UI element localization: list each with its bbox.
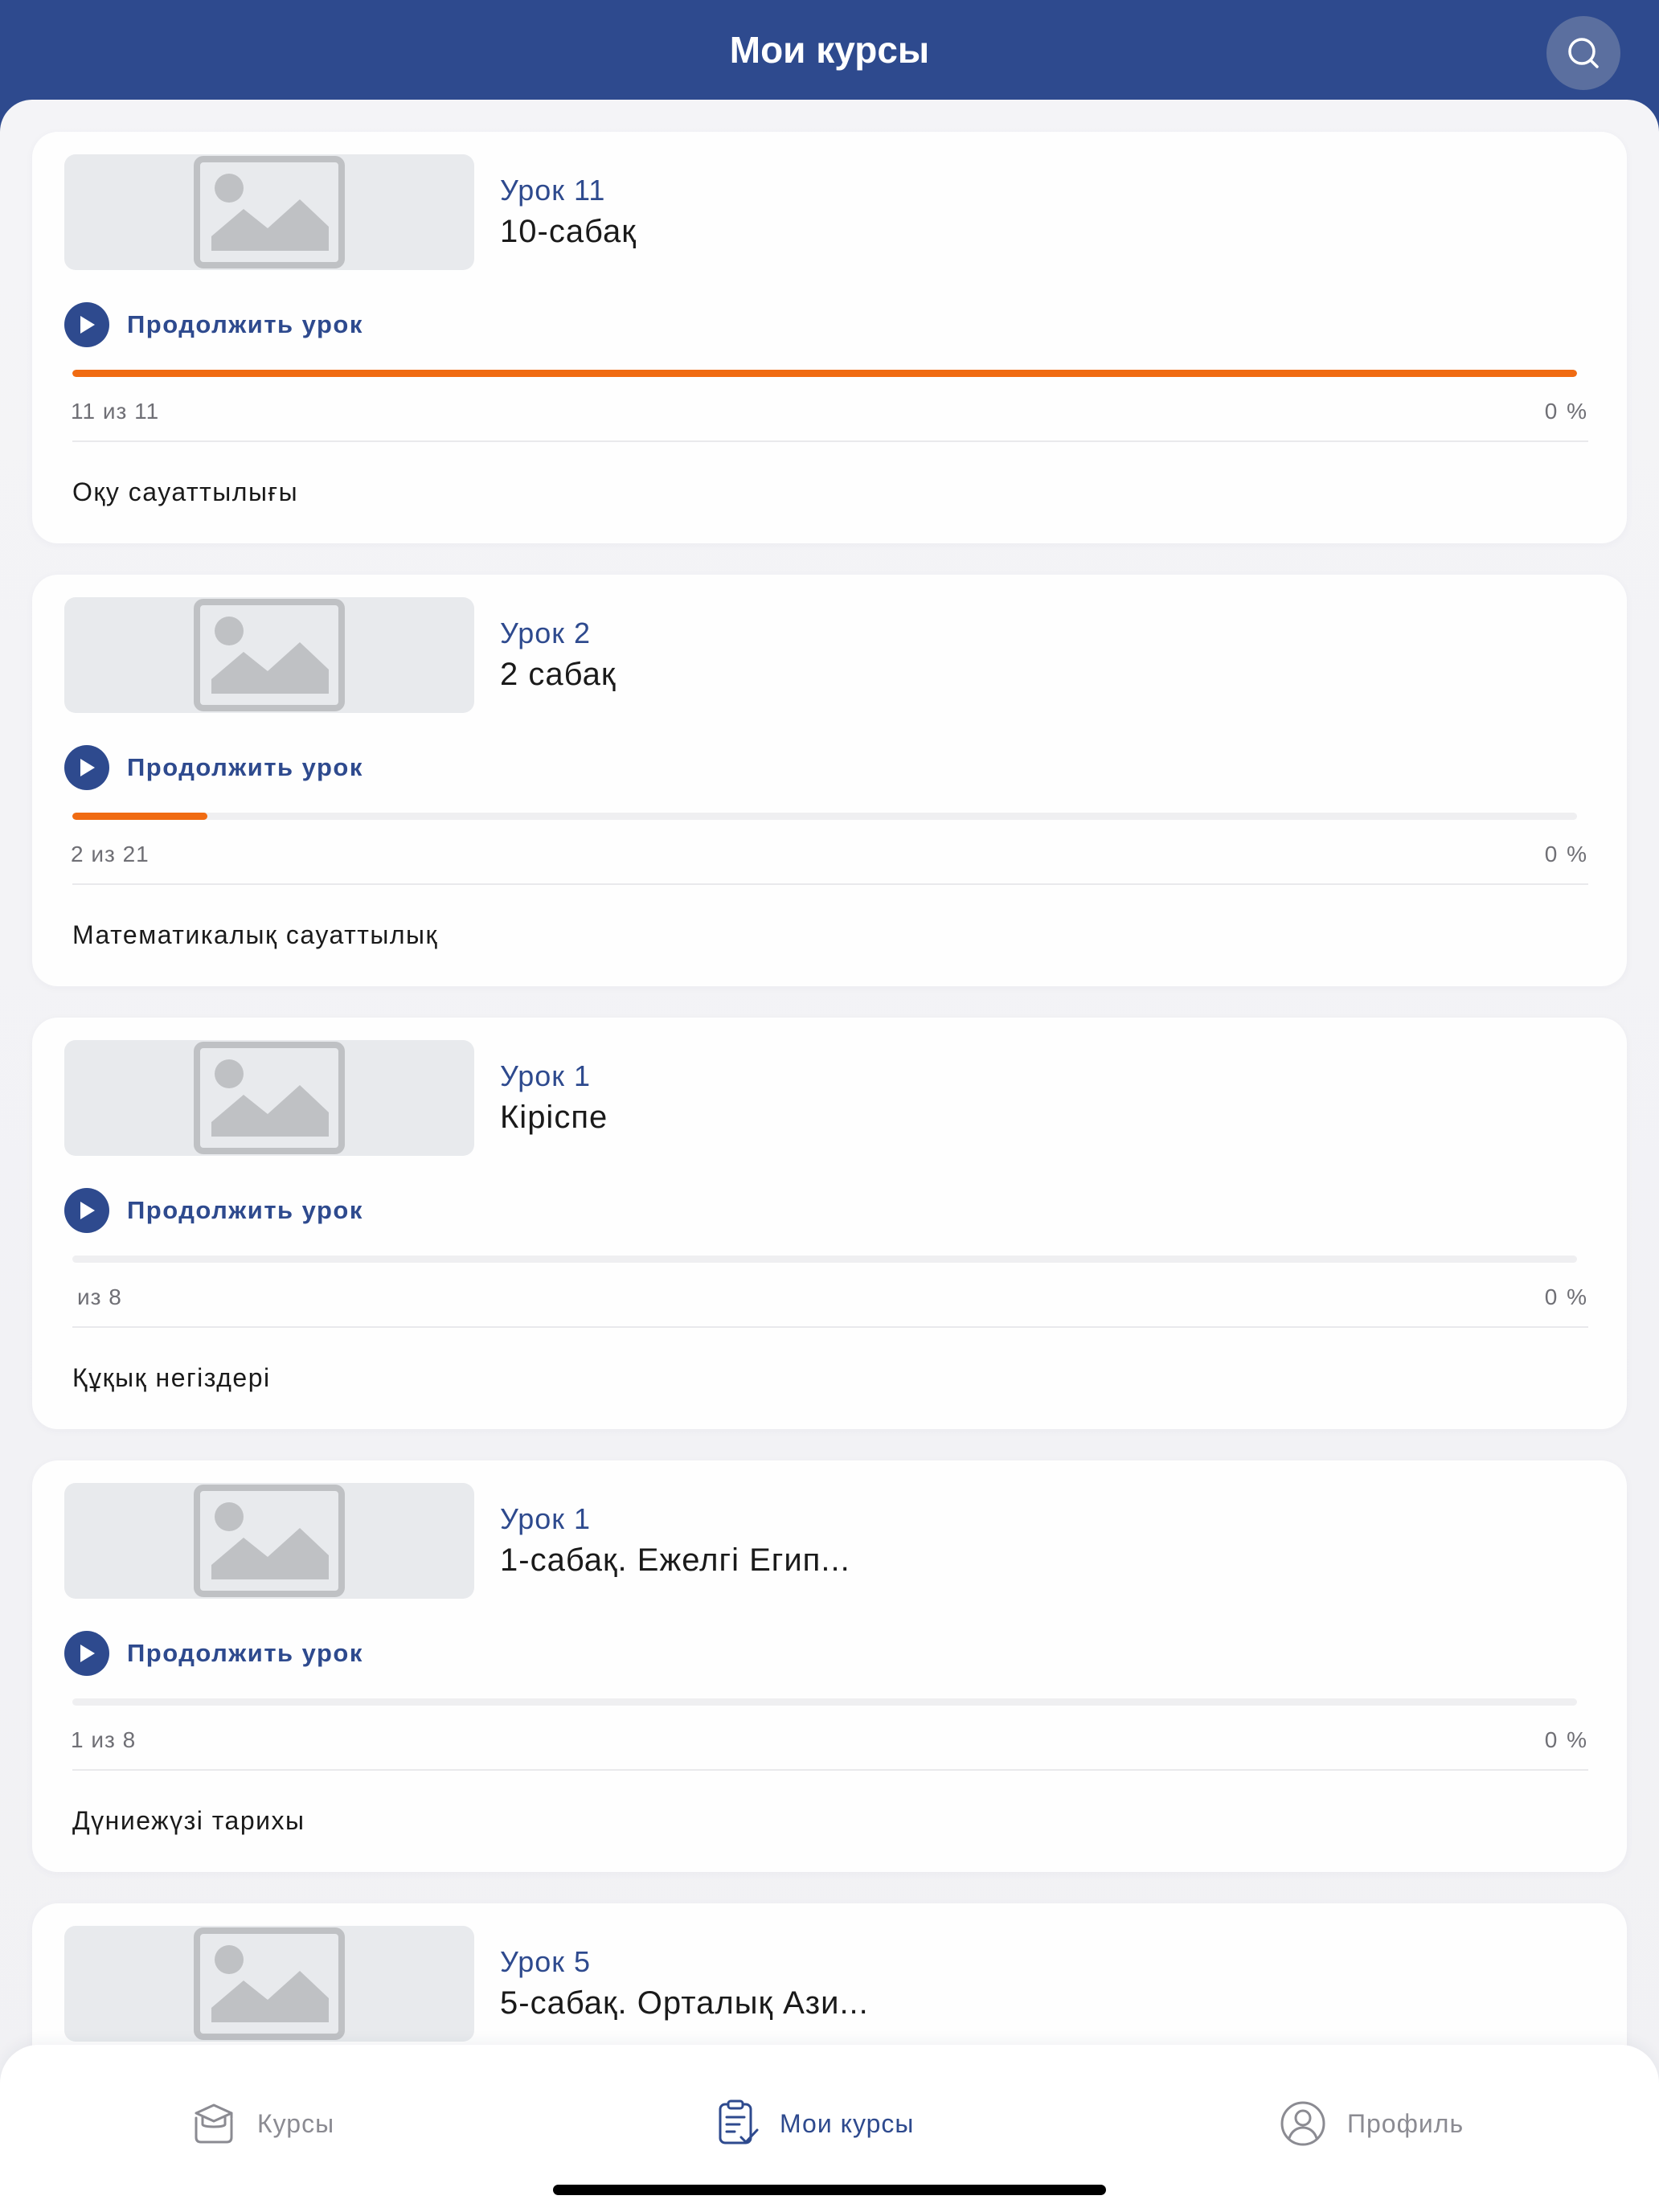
continue-lesson-label: Продолжить урок xyxy=(127,310,363,338)
course-card[interactable]: Урок 1 Кіріспе Продолжить урок из 8 0 % … xyxy=(32,1018,1627,1429)
continue-lesson-label: Продолжить урок xyxy=(127,1639,363,1667)
progress-percent: 0 % xyxy=(1544,1727,1588,1752)
progress-fill xyxy=(72,813,208,820)
continue-lesson-label: Продолжить урок xyxy=(127,753,363,781)
lesson-count: 2 из 21 xyxy=(71,842,150,866)
image-placeholder-icon xyxy=(194,1485,345,1597)
tab-my-courses[interactable]: Мои курсы xyxy=(715,2098,914,2149)
image-placeholder-icon xyxy=(194,1042,345,1154)
play-icon xyxy=(64,1631,109,1676)
course-thumbnail xyxy=(64,1040,474,1156)
course-card[interactable]: Урок 1 1-сабақ. Ежелгі Егип... Продолжит… xyxy=(32,1460,1627,1872)
lesson-count: из 8 xyxy=(77,1284,122,1309)
lesson-count: 1 из 8 xyxy=(71,1727,137,1752)
top-bar: Мои курсы xyxy=(0,0,1659,103)
progress-percent: 0 % xyxy=(1544,842,1588,866)
lesson-title: 2 сабақ xyxy=(500,657,616,692)
app-screen: Мои курсы Урок 11 10-сабақ Продолжить ур… xyxy=(0,0,1659,2212)
progress-bar xyxy=(72,813,1577,820)
lesson-title: 1-сабақ. Ежелгі Егип... xyxy=(500,1542,850,1578)
divider xyxy=(72,440,1588,442)
tab-my-courses-label: Мои курсы xyxy=(780,2108,915,2138)
tab-courses[interactable]: Курсы xyxy=(191,2098,334,2149)
course-name: Дүниежүзі тарихы xyxy=(72,1806,305,1835)
lesson-number: Урок 2 xyxy=(500,616,592,649)
course-name: Математикалық сауаттылық xyxy=(72,920,439,949)
divider xyxy=(72,1326,1588,1328)
continue-lesson-button[interactable]: Продолжить урок xyxy=(64,301,363,349)
graduation-cap-icon xyxy=(195,2103,233,2144)
lesson-number: Урок 1 xyxy=(500,1502,592,1535)
play-icon xyxy=(64,745,109,790)
search-button[interactable] xyxy=(1546,16,1620,90)
play-icon xyxy=(64,1188,109,1233)
checklist-icon xyxy=(719,2099,759,2144)
course-name: Құқық негіздері xyxy=(72,1363,271,1392)
course-thumbnail xyxy=(64,1483,474,1599)
progress-percent: 0 % xyxy=(1544,399,1588,424)
course-thumbnail xyxy=(64,597,474,713)
divider xyxy=(72,883,1588,885)
lesson-title: 5-сабақ. Орталық Ази... xyxy=(500,1985,869,2021)
lesson-number: Урок 5 xyxy=(500,1945,592,1978)
continue-lesson-button[interactable]: Продолжить урок xyxy=(64,1186,363,1235)
progress-bar xyxy=(72,1256,1577,1263)
course-card[interactable]: Урок 2 2 сабақ Продолжить урок 2 из 21 0… xyxy=(32,575,1627,986)
image-placeholder-icon xyxy=(194,1927,345,2040)
image-placeholder-icon xyxy=(194,599,345,711)
image-placeholder-icon xyxy=(194,156,345,268)
progress-percent: 0 % xyxy=(1544,1284,1588,1309)
progress-bar xyxy=(72,370,1577,377)
play-icon xyxy=(64,302,109,347)
lesson-number: Урок 11 xyxy=(500,174,606,207)
lesson-title: Кіріспе xyxy=(500,1100,608,1135)
divider xyxy=(72,1769,1588,1771)
progress-fill xyxy=(72,370,1577,377)
continue-lesson-button[interactable]: Продолжить урок xyxy=(64,743,363,792)
continue-lesson-label: Продолжить урок xyxy=(127,1196,363,1224)
progress-bar xyxy=(72,1698,1577,1706)
course-card[interactable]: Урок 11 10-сабақ Продолжить урок 11 из 1… xyxy=(32,132,1627,543)
continue-lesson-button[interactable]: Продолжить урок xyxy=(64,1629,363,1677)
page-title: Мои курсы xyxy=(729,29,930,71)
course-list: Урок 11 10-сабақ Продолжить урок 11 из 1… xyxy=(0,100,1659,2212)
course-name: Оқу сауаттылығы xyxy=(72,477,299,506)
course-thumbnail xyxy=(64,154,474,270)
course-thumbnail xyxy=(64,1926,474,2042)
user-circle-icon xyxy=(1280,2101,1325,2146)
lesson-number: Урок 1 xyxy=(500,1059,592,1092)
tab-profile-label: Профиль xyxy=(1347,2108,1464,2138)
home-indicator xyxy=(553,2185,1106,2195)
tab-courses-label: Курсы xyxy=(257,2108,335,2138)
lesson-count: 11 из 11 xyxy=(71,399,160,424)
tab-profile[interactable]: Профиль xyxy=(1280,2098,1464,2149)
search-icon xyxy=(1568,38,1599,68)
lesson-title: 10-сабақ xyxy=(500,214,637,249)
